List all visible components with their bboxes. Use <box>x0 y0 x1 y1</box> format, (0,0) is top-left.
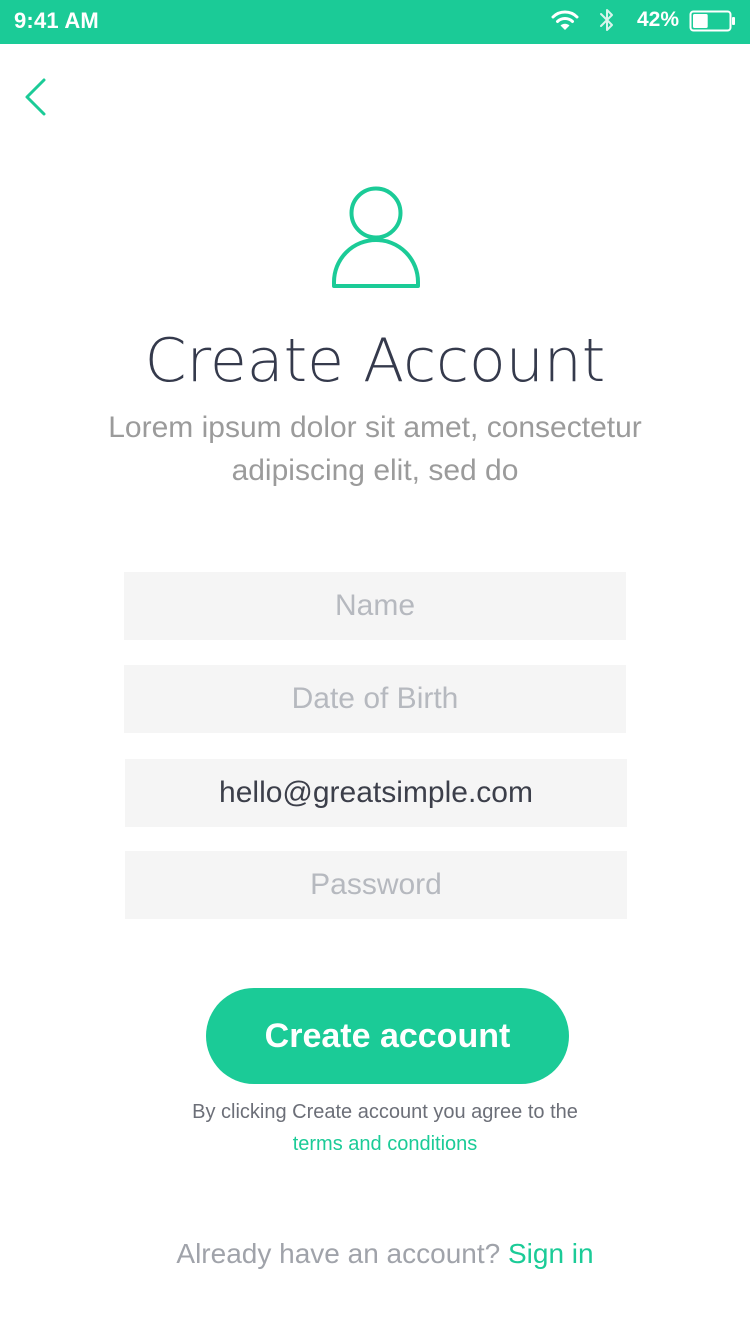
signin-row: Already have an account? Sign in <box>0 1238 750 1270</box>
create-account-button[interactable]: Create account <box>206 988 569 1084</box>
password-field[interactable] <box>125 851 627 919</box>
battery-icon <box>689 10 735 32</box>
bluetooth-icon <box>600 9 613 31</box>
page-subtitle: Lorem ipsum dolor sit amet, consectetur … <box>108 411 642 487</box>
chevron-left-icon <box>25 78 46 116</box>
email-field[interactable] <box>125 759 627 827</box>
create-account-screen: 9:41 AM 42% Create Account Lorem ipsum d… <box>0 0 750 1334</box>
signin-prompt: Already have an account? <box>176 1238 501 1269</box>
date-of-birth-field[interactable] <box>124 665 626 733</box>
page-title: Create Account <box>144 326 606 396</box>
wifi-icon <box>551 10 579 30</box>
name-field[interactable] <box>124 572 626 640</box>
status-time: 9:41 AM <box>14 8 99 33</box>
terms-link[interactable]: terms and conditions <box>0 1133 750 1156</box>
user-icon <box>332 186 420 288</box>
back-button[interactable] <box>18 74 58 122</box>
terms-notice: By clicking Create account you agree to … <box>192 1101 578 1123</box>
status-bar: 9:41 AM 42% <box>0 0 750 44</box>
battery-level-fill <box>693 14 708 28</box>
signin-link[interactable]: Sign in <box>508 1238 594 1269</box>
battery-percent: 42% <box>637 8 680 31</box>
